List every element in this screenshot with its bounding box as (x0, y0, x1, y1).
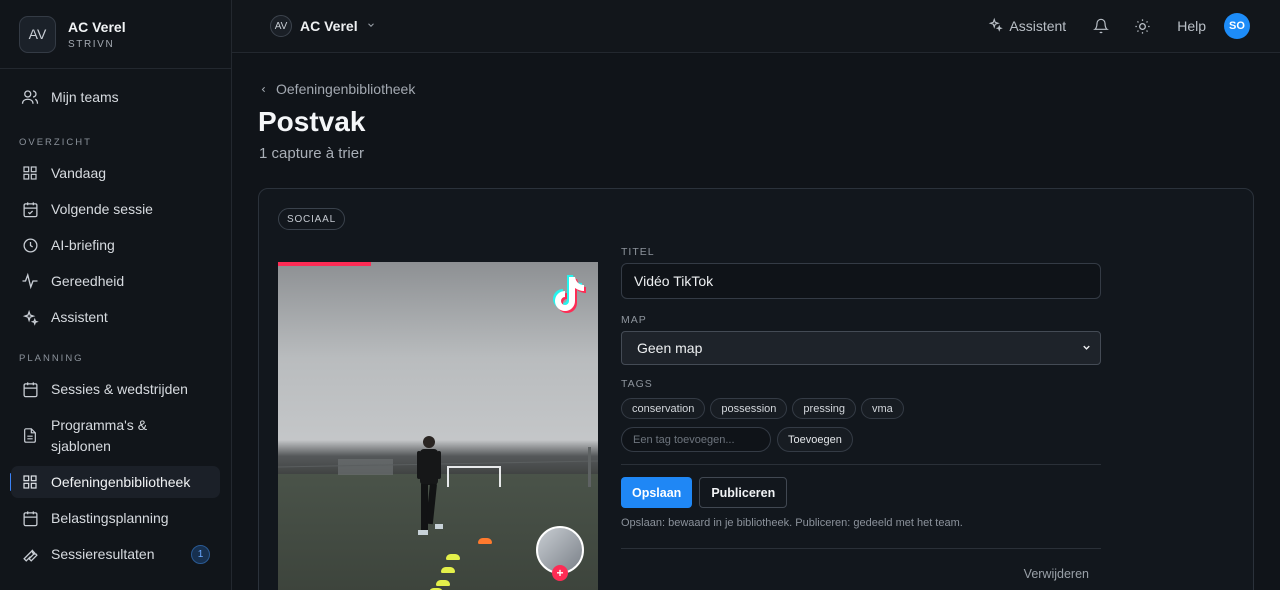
action-hint: Opslaan: bewaard in je bibliotheek. Publ… (621, 517, 963, 529)
chevron-down-icon (1081, 340, 1092, 356)
calendar-check-icon (21, 200, 39, 218)
chevron-down-icon (366, 17, 376, 35)
nav-label: AI-briefing (51, 237, 115, 253)
team-org: STRIVN (68, 38, 115, 50)
nav-session-results[interactable]: Sessieresultaten 1 (11, 538, 220, 570)
video-player-figure (417, 436, 443, 535)
nav-label: Mijn teams (51, 89, 119, 105)
user-avatar[interactable]: SO (1224, 13, 1250, 39)
nav-exercise-library[interactable]: Oefeningenbibliotheek (11, 466, 220, 498)
add-tag-button[interactable]: Toevoegen (777, 427, 853, 452)
tag-list: conservation possession pressing vma (621, 398, 1101, 419)
sparkles-icon (21, 308, 39, 326)
section-planning: PLANNING (19, 353, 84, 364)
tags-label: TAGS (621, 378, 653, 390)
nav-label: Gereedheid (51, 273, 125, 289)
clock-icon (21, 236, 39, 254)
team-dropdown[interactable]: AV AC Verel (270, 15, 376, 37)
nav-label: Oefeningenbibliotheek (51, 474, 191, 490)
team-avatar: AV (19, 15, 56, 53)
team-avatar-small: AV (270, 15, 292, 37)
nav-programs-templates[interactable]: Programma's & sjablonen (11, 409, 220, 454)
section-overview: OVERZICHT (19, 137, 92, 148)
activity-icon (21, 272, 39, 290)
tag-chip[interactable]: pressing (792, 398, 856, 419)
topbar: AV AC Verel Assistent Help SO (232, 0, 1280, 53)
title-input[interactable]: Vidéo TikTok (621, 263, 1101, 299)
inbox-capture-card: SOCIAAL + TITEL Vidéo TikTok MAP Geen ma… (258, 188, 1254, 590)
nav-label: Volgende sessie (51, 201, 153, 217)
delete-button[interactable]: Verwijderen (621, 567, 1101, 581)
divider (621, 548, 1101, 549)
nav-load-planning[interactable]: Belastingsplanning (11, 502, 220, 534)
nav-sessions-matches[interactable]: Sessies & wedstrijden (11, 373, 220, 405)
nav-my-teams[interactable]: Mijn teams (11, 81, 220, 113)
nav-label: Sessieresultaten (51, 546, 155, 562)
nav-label: Sessies & wedstrijden (51, 381, 188, 397)
team-switcher[interactable]: AV AC Verel STRIVN (0, 0, 231, 69)
map-select-value: Geen map (637, 340, 703, 356)
theme-sun-icon[interactable] (1133, 17, 1151, 35)
nav-label: Assistent (51, 309, 108, 325)
assistant-button[interactable]: Assistent (988, 17, 1066, 35)
chevron-left-icon (259, 81, 268, 97)
breadcrumb-label: Oefeningenbibliotheek (276, 81, 416, 97)
nav-label: Belastingsplanning (51, 510, 169, 526)
map-select[interactable]: Geen map (621, 331, 1101, 365)
cone (446, 554, 460, 560)
nav-today[interactable]: Vandaag (11, 157, 220, 189)
users-icon (21, 88, 39, 106)
team-name: AC Verel (300, 18, 358, 34)
page-title: Postvak (258, 106, 366, 137)
document-icon (21, 426, 39, 444)
grid-icon (21, 473, 39, 491)
calendar-grid-icon (21, 509, 39, 527)
tag-chip[interactable]: conservation (621, 398, 706, 419)
nav-assistant[interactable]: Assistent (11, 301, 220, 333)
page-subtitle: 1 capture à trier (259, 145, 365, 162)
cone (436, 580, 450, 586)
cone (478, 538, 492, 544)
follow-plus-icon[interactable]: + (552, 565, 568, 581)
sparkles-icon (988, 17, 1004, 35)
assistant-label: Assistent (1009, 18, 1067, 34)
nav-readiness[interactable]: Gereedheid (11, 265, 220, 297)
map-label: MAP (621, 314, 647, 326)
main-content: Oefeningenbibliotheek Postvak 1 capture … (232, 54, 1280, 590)
tiktok-logo-icon (553, 275, 586, 313)
calendar-icon (21, 380, 39, 398)
wrench-icon (21, 545, 39, 563)
video-preview[interactable]: + (278, 262, 598, 590)
nav-ai-briefing[interactable]: AI-briefing (11, 229, 220, 261)
grid-icon (21, 164, 39, 182)
nav-label: Programma's & sjablonen (51, 417, 148, 454)
capture-form: TITEL Vidéo TikTok MAP Geen map TAGS con… (621, 246, 1101, 581)
bell-icon[interactable] (1092, 17, 1110, 35)
tag-input[interactable]: Een tag toevoegen... (621, 427, 771, 452)
title-label: TITEL (621, 246, 655, 258)
team-name: AC Verel (68, 18, 126, 35)
results-count-badge: 1 (191, 545, 210, 564)
sidebar: AV AC Verel STRIVN Mijn teams OVERZICHT … (0, 0, 232, 590)
tag-chip[interactable]: vma (861, 398, 904, 419)
source-badge: SOCIAAL (278, 208, 345, 230)
nav-next-session[interactable]: Volgende sessie (11, 193, 220, 225)
cone (441, 567, 455, 573)
nav-label: Vandaag (51, 165, 107, 181)
help-link[interactable]: Help (1177, 18, 1206, 34)
breadcrumb[interactable]: Oefeningenbibliotheek (259, 81, 415, 97)
tag-chip[interactable]: possession (710, 398, 788, 419)
divider (621, 464, 1101, 465)
save-button[interactable]: Opslaan (621, 477, 693, 508)
publish-button[interactable]: Publiceren (699, 477, 788, 508)
video-progress-bar (278, 262, 371, 266)
